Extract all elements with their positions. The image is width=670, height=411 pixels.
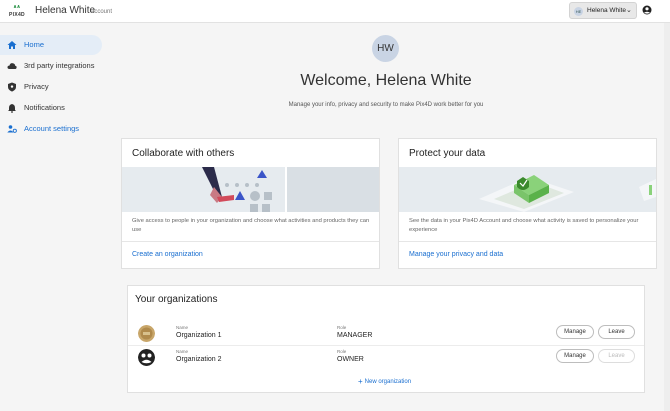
card-description: Give access to people in your organizati… <box>132 218 370 233</box>
sidebar-item-label: 3rd party integrations <box>24 61 95 70</box>
user-menu-name: Helena White <box>587 7 627 14</box>
leave-organization-button[interactable]: Leave <box>598 325 635 339</box>
collaborate-card: Collaborate with others Give access to p… <box>121 138 380 269</box>
logo-mark-icon: ∧∧ <box>13 4 21 10</box>
organization-role: OWNER <box>337 356 364 363</box>
user-menu-button[interactable]: HE Helena White ⌄ <box>569 2 637 19</box>
user-avatar-small: HE <box>574 7 583 16</box>
welcome-heading: Welcome, Helena White <box>300 72 472 89</box>
card-title: Collaborate with others <box>132 148 235 159</box>
organization-default-avatar-icon <box>138 349 155 366</box>
sidebar-item-label: Notifications <box>24 103 65 112</box>
account-circle-icon[interactable] <box>642 5 652 15</box>
shield-icon <box>8 82 16 92</box>
logo-text: PIX4D <box>9 12 25 18</box>
organizations-panel: Your organizations Name Organization 1 R… <box>127 285 645 393</box>
card-divider <box>399 241 656 242</box>
bell-icon <box>8 104 16 113</box>
sidebar-item-account-settings[interactable]: Account settings <box>0 119 102 139</box>
welcome-subtitle: Manage your info, privacy and security t… <box>288 102 484 108</box>
role-label: Role <box>337 325 347 330</box>
manage-privacy-link[interactable]: Manage your privacy and data <box>409 251 503 258</box>
name-label: Name <box>176 325 189 330</box>
create-organization-link[interactable]: Create an organization <box>132 251 203 258</box>
sidebar-item-privacy[interactable]: Privacy <box>0 77 102 97</box>
plus-icon: + <box>358 377 363 386</box>
role-label: Role <box>337 349 347 354</box>
app-name: Helena White <box>35 5 96 16</box>
organization-row: Name Organization 1 Role MANAGER Manage … <box>128 322 644 346</box>
new-organization-label: New organization <box>364 379 412 385</box>
sidebar-item-notifications[interactable]: Notifications <box>0 98 102 118</box>
sidebar-item-integrations[interactable]: 3rd party integrations <box>0 56 102 76</box>
sidebar-item-home[interactable]: Home <box>0 35 102 55</box>
sidebar-item-label: Account settings <box>24 124 80 133</box>
organizations-title: Your organizations <box>135 294 218 305</box>
collaborate-illustration <box>122 167 379 212</box>
protect-data-card: Protect your data See the data in your P… <box>398 138 657 269</box>
cloud-icon <box>7 63 17 69</box>
card-title: Protect your data <box>409 148 486 159</box>
manage-organization-button[interactable]: Manage <box>556 349 594 363</box>
name-label: Name <box>176 349 189 354</box>
page-scrollbar[interactable] <box>664 23 670 411</box>
card-divider <box>122 241 379 242</box>
organization-logo-icon <box>138 325 155 342</box>
top-bar: ∧∧ PIX4D Helena White account HE Helena … <box>0 0 670 23</box>
chevron-down-icon: ⌄ <box>626 7 632 14</box>
pix4d-logo[interactable]: ∧∧ PIX4D <box>9 4 27 19</box>
manage-organization-button[interactable]: Manage <box>556 325 594 339</box>
collaborate-illustration-graphic <box>122 167 379 212</box>
sidebar-item-label: Home <box>24 40 45 49</box>
organization-role: MANAGER <box>337 332 373 339</box>
organization-row: Name Organization 2 Role OWNER Manage Le… <box>128 345 644 369</box>
new-organization-button[interactable]: + New organization <box>358 377 411 386</box>
organization-name: Organization 1 <box>176 332 222 339</box>
organization-name: Organization 2 <box>176 356 222 363</box>
leave-organization-button: Leave <box>598 349 635 363</box>
app-suffix: account <box>91 9 113 15</box>
home-icon <box>7 41 17 49</box>
protect-data-illustration-graphic <box>399 167 656 212</box>
sidebar-item-label: Privacy <box>24 82 49 91</box>
users-gear-icon <box>7 125 17 133</box>
protect-data-illustration <box>399 167 656 212</box>
user-avatar-large: HW <box>372 35 399 62</box>
card-description: See the data in your Pix4D Account and c… <box>409 218 639 233</box>
